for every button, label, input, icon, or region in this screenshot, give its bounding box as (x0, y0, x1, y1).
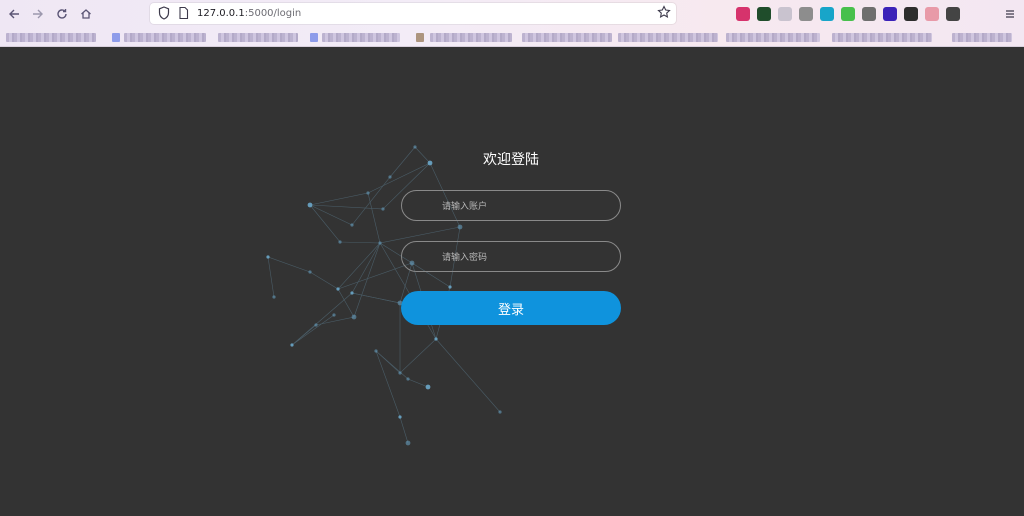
back-button[interactable] (4, 4, 24, 24)
forward-button[interactable] (28, 4, 48, 24)
shield-icon[interactable] (158, 6, 170, 20)
home-button[interactable] (76, 4, 96, 24)
bookmark-item[interactable] (522, 33, 612, 42)
url-host: 127.0.0.1 (197, 8, 245, 19)
extension-green-icon[interactable] (841, 7, 855, 21)
url-path: :5000/login (244, 8, 302, 19)
extension-gear-icon[interactable] (778, 7, 792, 21)
bookmarks-bar (0, 28, 1024, 46)
url-text[interactable]: 127.0.0.1:5000/login (197, 6, 301, 21)
network-node (457, 224, 463, 230)
extension-dark-green-icon[interactable] (757, 7, 771, 21)
network-node (266, 255, 270, 259)
network-node (374, 349, 378, 353)
bookmark-favicon[interactable] (112, 33, 120, 42)
extension-purple-icon[interactable] (883, 7, 897, 21)
login-title: 欢迎登陆 (483, 152, 539, 168)
login-button[interactable]: 登录 (401, 291, 621, 325)
password-input[interactable] (440, 242, 614, 273)
extension-grey-icon[interactable] (862, 7, 876, 21)
network-node (434, 337, 438, 341)
browser-chrome: 127.0.0.1:5000/login (0, 0, 1024, 47)
bookmark-item[interactable] (322, 33, 400, 42)
network-node (413, 145, 417, 149)
bookmark-item[interactable] (6, 33, 96, 42)
extension-cyan-icon[interactable] (820, 7, 834, 21)
bookmark-favicon[interactable] (416, 33, 424, 42)
network-node (406, 377, 410, 381)
reload-icon (57, 9, 67, 19)
reload-button[interactable] (52, 4, 72, 24)
network-node (338, 240, 342, 244)
bookmark-star-icon[interactable] (657, 5, 671, 19)
network-node (332, 313, 336, 317)
bookmark-item[interactable] (952, 33, 1012, 42)
network-node (388, 175, 392, 179)
network-node (448, 285, 452, 289)
network-node (350, 291, 354, 295)
network-node (381, 207, 385, 211)
account-field[interactable] (401, 190, 621, 222)
account-input[interactable] (440, 191, 614, 222)
bookmark-item[interactable] (618, 33, 718, 42)
extension-se-icon[interactable] (904, 7, 918, 21)
network-node (308, 270, 312, 274)
menu-button[interactable] (1000, 4, 1020, 24)
password-field[interactable] (401, 241, 621, 273)
network-node (405, 440, 411, 446)
network-node (398, 415, 402, 419)
pocket-icon[interactable] (736, 7, 750, 21)
forward-arrow-icon (33, 9, 43, 19)
network-node (272, 295, 276, 299)
extension-dark-icon[interactable] (946, 7, 960, 21)
network-node (425, 384, 431, 390)
bookmark-item[interactable] (218, 33, 298, 42)
network-node (498, 410, 502, 414)
extension-ring-icon[interactable] (799, 7, 813, 21)
bookmark-item[interactable] (430, 33, 512, 42)
network-node (290, 343, 294, 347)
network-node (314, 323, 318, 327)
home-icon (81, 9, 91, 19)
browser-toolbar: 127.0.0.1:5000/login (0, 0, 1024, 28)
network-node (378, 241, 382, 245)
network-node (351, 314, 357, 320)
bookmark-item[interactable] (726, 33, 820, 42)
page-info-icon[interactable] (178, 6, 189, 20)
extension-pink-icon[interactable] (925, 7, 939, 21)
login-page: 欢迎登陆 登录 (0, 47, 1024, 516)
network-node (336, 287, 340, 291)
network-node (366, 191, 370, 195)
bookmark-favicon[interactable] (310, 33, 318, 42)
bookmark-item[interactable] (124, 33, 206, 42)
extensions-toolbar (736, 5, 960, 23)
hamburger-menu-icon (1006, 10, 1014, 18)
network-node (350, 223, 354, 227)
bookmark-item[interactable] (832, 33, 932, 42)
address-bar[interactable]: 127.0.0.1:5000/login (150, 3, 676, 24)
back-arrow-icon (9, 9, 19, 19)
network-node (398, 371, 402, 375)
network-node (307, 202, 313, 208)
